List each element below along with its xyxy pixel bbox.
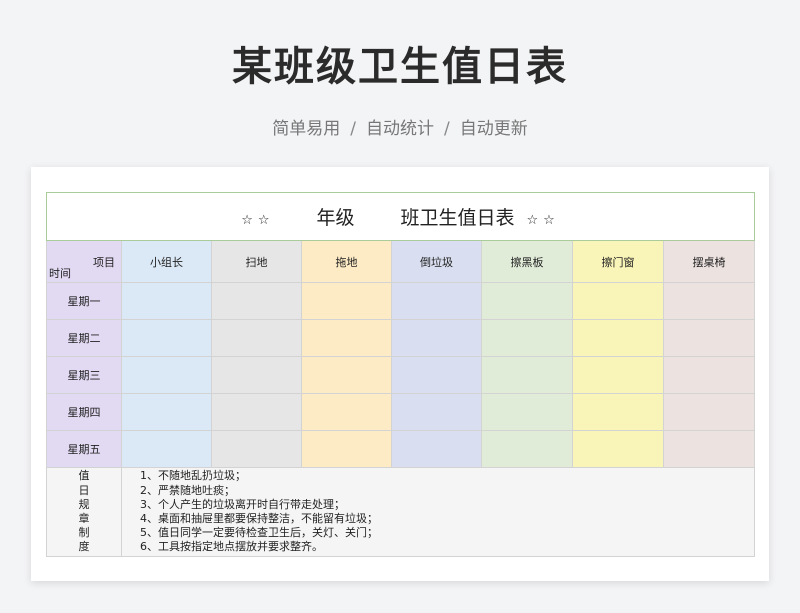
column-header[interactable]: 拖地: [301, 240, 392, 283]
table-row: 星期二: [46, 319, 756, 357]
rule-item: 1、不随地乱扔垃圾；: [140, 469, 246, 483]
duty-cell[interactable]: [481, 430, 573, 468]
rules-label-char: 章: [78, 512, 90, 525]
day-label-cell[interactable]: 星期五: [46, 430, 122, 468]
duty-cell[interactable]: [121, 356, 212, 394]
duty-cell[interactable]: [391, 282, 482, 320]
duty-cell[interactable]: [572, 393, 664, 431]
duty-cell[interactable]: [481, 319, 573, 357]
table-title-cell[interactable]: ☆☆ 年级 班卫生值日表 ☆☆: [45, 192, 756, 241]
rules-label-char: 制: [78, 526, 90, 540]
duty-cell[interactable]: [391, 430, 482, 468]
duty-cell[interactable]: [572, 282, 664, 320]
table-row: 星期四: [46, 393, 756, 431]
rule-item: 6、工具按指定地点摆放并要求整齐。: [140, 540, 323, 554]
day-label-cell[interactable]: 星期二: [46, 319, 122, 357]
title-class: 班卫生值日表: [400, 207, 515, 229]
column-header[interactable]: 擦门窗: [572, 240, 664, 283]
duty-cell[interactable]: [301, 356, 392, 394]
subtitle-separator: /: [444, 119, 450, 139]
table-row: 星期一: [46, 282, 756, 320]
column-header[interactable]: 小组长: [121, 240, 212, 283]
duty-cell[interactable]: [121, 393, 212, 431]
rule-item: 5、值日同学一定要待检查卫生后，关灯、关门；: [140, 526, 378, 540]
duty-cell[interactable]: [301, 393, 392, 431]
title-grade: 年级: [316, 207, 355, 229]
subtitle-part: 简单易用: [272, 119, 341, 139]
rules-text-cell[interactable]: 1、不随地乱扔垃圾； 2、严禁随地吐痰； 3、个人产生的垃圾离开时自行带走处理； 4、…: [120, 467, 756, 557]
day-rows: 星期一 星期二 星期三 星期四 星期五: [46, 282, 756, 468]
table-title-row: ☆☆ 年级 班卫生值日表 ☆☆: [45, 192, 756, 241]
duty-cell[interactable]: [481, 282, 573, 320]
duty-cell[interactable]: [301, 282, 392, 320]
rules-label-char: 度: [78, 540, 90, 554]
duty-cell[interactable]: [301, 319, 392, 357]
duty-cell[interactable]: [211, 319, 302, 357]
rule-item: 4、桌面和抽屉里都要保持整洁，不能留有垃圾；: [140, 512, 378, 525]
rule-item: 2、严禁随地吐痰；: [140, 483, 235, 497]
duty-cell[interactable]: [301, 430, 392, 468]
duty-cell[interactable]: [211, 356, 302, 394]
star-decoration: ☆☆: [241, 213, 275, 228]
duty-cell[interactable]: [572, 319, 664, 357]
column-header[interactable]: 扫地: [211, 240, 302, 283]
rules-label-char: 规: [78, 497, 90, 511]
duty-cell[interactable]: [572, 356, 664, 394]
duty-table: ☆☆ 年级 班卫生值日表 ☆☆ 项目 时间 小组长 扫地 拖地 倒垃圾 擦黑板 擦门窗 摆桌椅 星…: [45, 192, 756, 557]
duty-cell[interactable]: [391, 319, 482, 357]
rules-row: 值日规章制度 1、不随地乱扔垃圾； 2、严禁随地吐痰； 3、个人产生的垃圾离开时自行…: [46, 467, 756, 557]
duty-cell[interactable]: [662, 282, 756, 320]
spreadsheet-preview-card: ☆☆ 年级 班卫生值日表 ☆☆ 项目 时间 小组长 扫地 拖地 倒垃圾 擦黑板 擦门窗 摆桌椅 星…: [31, 167, 769, 581]
duty-cell[interactable]: [121, 319, 212, 357]
duty-cell[interactable]: [572, 430, 664, 468]
star-decoration: ☆☆: [526, 213, 560, 228]
table-row: 星期五: [46, 430, 756, 468]
corner-label-item: 项目: [93, 256, 115, 269]
duty-cell[interactable]: [391, 393, 482, 431]
page-subtitle: 简单易用 / 自动统计 / 自动更新: [0, 114, 800, 139]
subtitle-part: 自动更新: [459, 119, 528, 139]
corner-header-cell[interactable]: 项目 时间: [46, 240, 122, 283]
subtitle-separator: /: [350, 119, 356, 139]
duty-cell[interactable]: [211, 393, 302, 431]
day-label-cell[interactable]: 星期四: [46, 393, 122, 431]
day-label-cell[interactable]: 星期三: [46, 356, 122, 394]
day-label-cell[interactable]: 星期一: [46, 282, 122, 320]
rules-label-char: 日: [78, 483, 90, 497]
duty-cell[interactable]: [481, 393, 573, 431]
corner-label-time: 时间: [49, 267, 71, 280]
page-title: 某班级卫生值日表: [232, 44, 568, 90]
duty-cell[interactable]: [662, 356, 756, 394]
table-row: 星期三: [46, 356, 756, 394]
column-header[interactable]: 倒垃圾: [391, 240, 482, 283]
subtitle-part: 自动统计: [366, 119, 434, 139]
duty-cell[interactable]: [211, 430, 302, 468]
duty-cell[interactable]: [662, 319, 756, 357]
rules-label-char: 值: [78, 469, 90, 483]
rule-item: 3、个人产生的垃圾离开时自行带走处理；: [140, 497, 345, 511]
duty-cell[interactable]: [211, 282, 302, 320]
rules-label-cell[interactable]: 值日规章制度: [46, 467, 122, 557]
duty-cell[interactable]: [121, 430, 212, 468]
duty-cell[interactable]: [662, 393, 756, 431]
header-row: 项目 时间 小组长 扫地 拖地 倒垃圾 擦黑板 擦门窗 摆桌椅: [46, 240, 756, 283]
duty-cell[interactable]: [481, 356, 573, 394]
column-header[interactable]: 擦黑板: [481, 240, 573, 283]
column-header[interactable]: 摆桌椅: [662, 240, 756, 283]
duty-cell[interactable]: [662, 430, 756, 468]
duty-cell[interactable]: [391, 356, 482, 394]
duty-cell[interactable]: [121, 282, 212, 320]
